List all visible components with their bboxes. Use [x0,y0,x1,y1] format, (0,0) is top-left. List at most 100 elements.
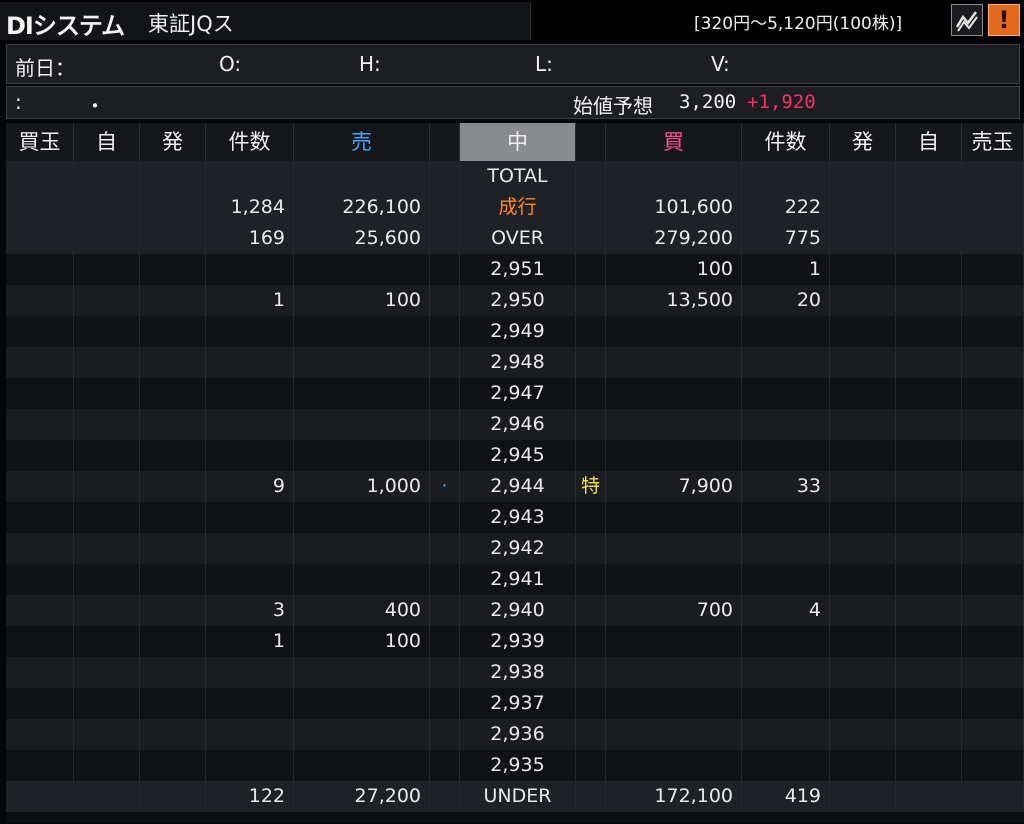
sell-count-cell [206,378,294,409]
price-row[interactable]: 2,945 [6,440,1024,471]
summary-row[interactable]: 122 27,200 UNDER 172,100 419 [6,781,1024,812]
buy-count-cell: 222 [742,192,830,223]
price-cell[interactable]: 2,945 [460,440,576,471]
sell-qty-cell [294,564,430,595]
cell [74,595,140,626]
flag-cell [576,719,606,750]
sell-count-cell [206,533,294,564]
flag-cell [576,750,606,781]
marker-cell [430,440,460,471]
col-header-gap-right[interactable] [576,123,606,161]
price-row[interactable]: 2,946 [6,409,1024,440]
order-book[interactable]: 買玉自発件数売中買件数発自売玉 TOTAL 1,284 226,100 成行 101,60… [6,123,1024,823]
col-header-buy-count[interactable]: 件数 [742,123,830,161]
summary-row[interactable]: 1,284 226,100 成行 101,600 222 [6,192,1024,223]
price-row[interactable]: 2,936 [6,719,1024,750]
buy-qty-cell [606,750,742,781]
flag-cell [576,254,606,285]
cell [830,285,896,316]
price-cell[interactable]: 2,937 [460,688,576,719]
cell [896,502,962,533]
alert-button[interactable]: ! [988,4,1020,36]
price-cell[interactable]: 2,947 [460,378,576,409]
cell [140,719,206,750]
price-cell[interactable]: 2,942 [460,533,576,564]
price-cell[interactable]: 2,940 [460,595,576,626]
price-row[interactable]: 2,947 [6,378,1024,409]
marker-cell [430,502,460,533]
open-label: O: [219,52,242,76]
cell [896,657,962,688]
price-row[interactable]: 2,948 [6,347,1024,378]
summary-label-cell: TOTAL [460,161,576,192]
col-header-sell[interactable]: 売 [294,123,430,161]
price-cell[interactable]: 2,936 [460,719,576,750]
price-cell[interactable]: 2,935 [460,750,576,781]
price-cell[interactable]: 2,946 [460,409,576,440]
cell [6,719,74,750]
volume-label: V: [711,52,730,76]
summary-label-cell: 成行 [460,192,576,223]
price-cell[interactable]: 2,949 [460,316,576,347]
flag-cell [576,440,606,471]
sell-qty-cell [294,657,430,688]
cell [140,688,206,719]
price-cell[interactable]: 2,950 [460,285,576,316]
price-row[interactable]: 2,949 [6,316,1024,347]
low-label: L: [535,52,553,76]
price-row[interactable]: 1 100 2,939 [6,626,1024,657]
col-header-issue-right[interactable]: 発 [830,123,896,161]
price-cell[interactable]: 2,939 [460,626,576,657]
cell [74,533,140,564]
cell [896,533,962,564]
price-row[interactable]: 2,937 [6,688,1024,719]
price-row[interactable]: 2,943 [6,502,1024,533]
cell [896,781,962,812]
cell [896,409,962,440]
buy-count-cell: 775 [742,223,830,254]
col-header-issue[interactable]: 発 [140,123,206,161]
summary-row[interactable]: 169 25,600 OVER 279,200 775 [6,223,1024,254]
cell [962,316,1024,347]
cell [830,223,896,254]
sell-qty-cell [294,502,430,533]
marker-cell [430,409,460,440]
buy-qty-cell [606,378,742,409]
cell [140,657,206,688]
buy-qty-cell [606,316,742,347]
cell [430,223,460,254]
price-cell[interactable]: 2,943 [460,502,576,533]
col-header-sell-position[interactable]: 売玉 [962,123,1024,161]
cell [896,285,962,316]
price-cell[interactable]: 2,944 [460,471,576,502]
cell [74,657,140,688]
price-cell[interactable]: 2,951 [460,254,576,285]
price-row[interactable]: 2,941 [6,564,1024,595]
price-cell[interactable]: 2,948 [460,347,576,378]
price-row[interactable]: 2,942 [6,533,1024,564]
price-row[interactable]: 2,935 [6,750,1024,781]
cell [962,750,1024,781]
price-cell[interactable]: 2,938 [460,657,576,688]
price-row[interactable]: 9 1,000 · 2,944 特 7,900 33 [6,471,1024,502]
col-header-self-right[interactable]: 自 [896,123,962,161]
col-header-center[interactable]: 中 [460,123,576,161]
col-header-buy[interactable]: 買 [606,123,742,161]
buy-qty-cell [606,657,742,688]
price-row[interactable]: 3 400 2,940 700 4 [6,595,1024,626]
cell [74,688,140,719]
cell [896,595,962,626]
buy-qty-cell: 279,200 [606,223,742,254]
col-header-buy-position[interactable]: 買玉 [6,123,74,161]
cell [962,378,1024,409]
price-row[interactable]: 2,938 [6,657,1024,688]
price-cell[interactable]: 2,941 [460,564,576,595]
cell [74,378,140,409]
col-header-self[interactable]: 自 [74,123,140,161]
price-row[interactable]: 1 100 2,950 13,500 20 [6,285,1024,316]
price-row[interactable]: 2,951 100 1 [6,254,1024,285]
col-header-gap-left[interactable] [430,123,460,161]
chart-button[interactable] [951,4,983,36]
col-header-sell-count[interactable]: 件数 [206,123,294,161]
summary-row[interactable]: TOTAL [6,161,1024,192]
